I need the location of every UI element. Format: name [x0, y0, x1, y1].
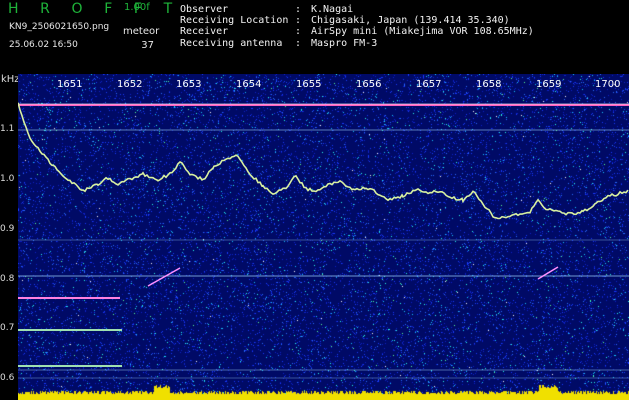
antenna-label: Receiving antenna [180, 38, 283, 49]
antenna-colon: : [295, 38, 302, 49]
time-tick-label: 1654 [236, 79, 262, 90]
header-panel: H R O F F T 1.00f KN9_2506021650.png 25.… [0, 0, 629, 74]
frequency-unit-label: kHz [1, 74, 20, 85]
file-name: KN9_2506021650.png [9, 22, 110, 32]
time-tick-label: 1657 [416, 79, 442, 90]
signal-trace [18, 102, 629, 220]
meteor-trace [537, 266, 559, 280]
time-tick-label: 1658 [476, 79, 502, 90]
location-colon: : [295, 15, 302, 26]
time-tick-label: 1700 [595, 79, 621, 90]
location-label: Receiving Location [180, 15, 289, 26]
y-tick-label: 0.8 [0, 274, 15, 284]
receiver-label: Receiver [180, 26, 229, 37]
y-tick-label: 0.7 [0, 323, 15, 333]
observer-value: K.Nagai [311, 4, 354, 15]
time-tick-label: 1656 [356, 79, 382, 90]
spectrogram-plot [18, 74, 629, 400]
observer-colon: : [295, 4, 302, 15]
spectrogram-overlay [18, 102, 629, 379]
meteor-label: meteor [123, 26, 160, 37]
time-tick-label: 1652 [117, 79, 143, 90]
receiver-value: AirSpy mini (Miakejima VOR 108.65MHz) [311, 26, 534, 37]
y-tick-label: 0.6 [0, 373, 15, 383]
y-tick-label: 0.9 [0, 224, 15, 234]
y-tick-label: 1.1 [0, 124, 15, 134]
receiver-colon: : [295, 26, 302, 37]
time-tick-label: 1655 [296, 79, 322, 90]
date-time: 25.06.02 16:50 [9, 40, 78, 50]
y-tick-label: 1.0 [0, 174, 15, 184]
meteor-count: 37 [141, 40, 154, 51]
meteor-trace [147, 267, 181, 287]
location-value: Chigasaki, Japan (139.414 35.340) [311, 15, 510, 26]
observer-label: Observer [180, 4, 229, 15]
antenna-value: Maspro FM-3 [311, 38, 378, 49]
version-label: 1.00f [124, 2, 150, 13]
time-tick-label: 1659 [536, 79, 562, 90]
time-tick-label: 1653 [176, 79, 202, 90]
app-title: H R O F F T [8, 1, 181, 17]
time-tick-label: 1651 [57, 79, 83, 90]
